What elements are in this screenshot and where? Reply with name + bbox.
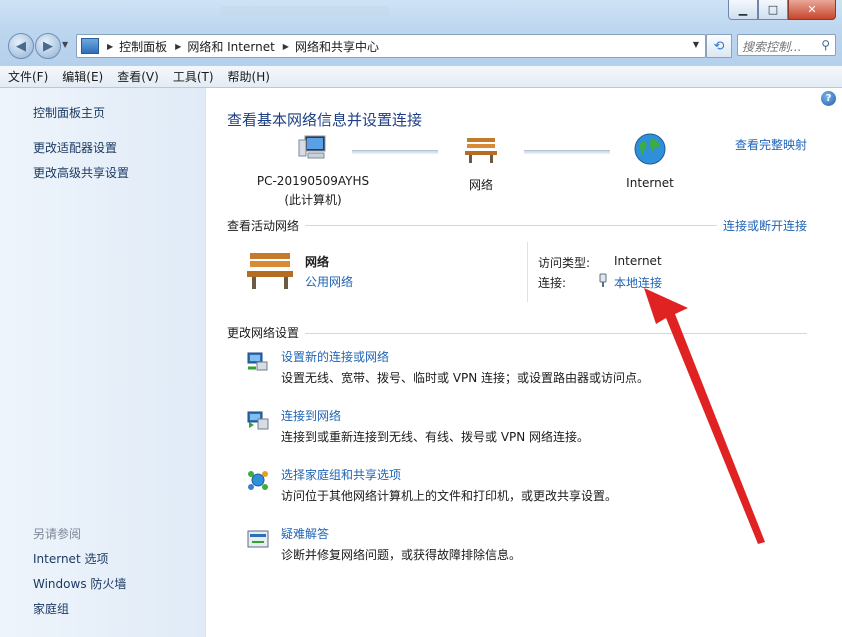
close-button[interactable]: ✕ bbox=[788, 0, 836, 20]
breadcrumb: ▶ 控制面板 ▶ 网络和 Internet ▶ 网络和共享中心 bbox=[99, 38, 379, 55]
menu-file[interactable]: 文件(F) bbox=[2, 68, 54, 85]
sidebar-item-homegroup[interactable]: 家庭组 bbox=[33, 600, 69, 617]
menu-tools[interactable]: 工具(T) bbox=[167, 68, 220, 85]
page-title: 查看基本网络信息并设置连接 bbox=[227, 111, 423, 129]
active-network-bench-icon bbox=[247, 253, 293, 289]
task-troubleshoot-desc: 诊断并修复网络问题，或获得故障排除信息。 bbox=[281, 548, 522, 562]
control-panel-icon bbox=[81, 38, 99, 54]
internet-label: Internet bbox=[626, 176, 674, 190]
task-connect-network-desc: 连接到或重新连接到无线、有线、拨号或 VPN 网络连接。 bbox=[281, 430, 590, 444]
task-setup-connection-title[interactable]: 设置新的连接或网络 bbox=[281, 348, 389, 365]
menu-help[interactable]: 帮助(H) bbox=[222, 68, 276, 85]
breadcrumb-separator-icon[interactable]: ▶ bbox=[175, 42, 181, 51]
refresh-icon: ⟲ bbox=[713, 38, 725, 54]
network-type-link[interactable]: 公用网络 bbox=[305, 273, 353, 290]
task-connect-network-title[interactable]: 连接到网络 bbox=[281, 407, 341, 424]
back-button[interactable]: ◀ bbox=[8, 33, 34, 59]
internet-globe-icon bbox=[634, 133, 666, 165]
menu-edit[interactable]: 编辑(E) bbox=[56, 68, 109, 85]
computer-subtitle: (此计算机) bbox=[284, 193, 342, 207]
full-map-link[interactable]: 查看完整映射 bbox=[735, 136, 807, 153]
map-computer-node[interactable]: PC-20190509AYHS (此计算机) bbox=[248, 132, 378, 208]
active-network-divider bbox=[527, 242, 528, 302]
map-connector-line bbox=[524, 150, 610, 154]
sidebar-item-adapter-settings[interactable]: 更改适配器设置 bbox=[33, 139, 117, 156]
access-type-value: Internet bbox=[614, 254, 662, 268]
homegroup-icon bbox=[248, 471, 268, 490]
forward-button[interactable]: ▶ bbox=[35, 33, 61, 59]
navigation-bar: ◀ ▶ ▼ ▶ 控制面板 ▶ 网络和 Internet ▶ 网络和共享中心 ▼ … bbox=[0, 30, 842, 62]
network-bench-icon bbox=[465, 138, 497, 163]
sidebar-item-internet-options[interactable]: Internet 选项 bbox=[33, 550, 108, 567]
annotation-arrow bbox=[644, 288, 765, 544]
computer-icon bbox=[298, 135, 326, 159]
sidebar-item-windows-firewall[interactable]: Windows 防火墙 bbox=[33, 575, 126, 592]
sidebar-item-control-panel-home[interactable]: 控制面板主页 bbox=[33, 104, 105, 121]
network-label: 网络 bbox=[468, 178, 493, 192]
connect-network-icon bbox=[247, 411, 269, 430]
window-title-blurred bbox=[220, 6, 390, 16]
section-divider bbox=[305, 225, 717, 226]
access-type-label: 访问类型: bbox=[538, 256, 591, 270]
connect-disconnect-link[interactable]: 连接或断开连接 bbox=[723, 217, 807, 234]
ethernet-connection-icon bbox=[599, 273, 607, 287]
window-controls: ▁ □ ✕ bbox=[728, 0, 836, 20]
breadcrumb-network-internet[interactable]: 网络和 Internet bbox=[187, 38, 274, 55]
task-homegroup-sharing-title[interactable]: 选择家庭组和共享选项 bbox=[281, 466, 401, 483]
search-input[interactable]: 搜索控制... ⚲ bbox=[737, 34, 836, 56]
active-network-name: 网络 bbox=[305, 255, 330, 269]
address-dropdown-icon[interactable]: ▼ bbox=[693, 40, 699, 49]
map-network-node[interactable]: 网络 bbox=[453, 134, 509, 193]
back-arrow-icon: ◀ bbox=[16, 38, 26, 54]
task-troubleshoot-title[interactable]: 疑难解答 bbox=[281, 525, 329, 542]
maximize-button[interactable]: □ bbox=[758, 0, 788, 20]
menu-bar: 文件(F) 编辑(E) 查看(V) 工具(T) 帮助(H) bbox=[0, 66, 842, 88]
help-icon: ? bbox=[825, 93, 832, 104]
menu-view[interactable]: 查看(V) bbox=[111, 68, 165, 85]
search-placeholder: 搜索控制... bbox=[742, 40, 802, 54]
see-also-title: 另请参阅 bbox=[33, 527, 82, 541]
computer-name: PC-20190509AYHS bbox=[256, 174, 370, 188]
new-connection-icon bbox=[247, 352, 268, 371]
help-button[interactable]: ? bbox=[821, 91, 836, 106]
breadcrumb-control-panel[interactable]: 控制面板 bbox=[119, 38, 167, 55]
breadcrumb-separator-icon[interactable]: ▶ bbox=[107, 42, 113, 51]
sidebar-item-advanced-sharing[interactable]: 更改高级共享设置 bbox=[33, 164, 129, 181]
sidebar: 控制面板主页 更改适配器设置 更改高级共享设置 另请参阅 Internet 选项… bbox=[0, 88, 206, 637]
refresh-button[interactable]: ⟲ bbox=[706, 34, 732, 58]
map-connector-line bbox=[352, 150, 438, 154]
minimize-button[interactable]: ▁ bbox=[728, 0, 758, 20]
address-bar[interactable]: ▶ 控制面板 ▶ 网络和 Internet ▶ 网络和共享中心 ▼ bbox=[76, 34, 706, 58]
map-internet-node[interactable]: Internet bbox=[620, 132, 680, 190]
title-bar[interactable]: ▁ □ ✕ bbox=[0, 0, 842, 28]
breadcrumb-network-sharing-center[interactable]: 网络和共享中心 bbox=[295, 38, 379, 55]
task-homegroup-sharing-desc: 访问位于其他网络计算机上的文件和打印机，或更改共享设置。 bbox=[281, 489, 618, 503]
troubleshoot-icon bbox=[247, 530, 269, 548]
search-icon[interactable]: ⚲ bbox=[821, 38, 830, 52]
forward-arrow-icon: ▶ bbox=[43, 38, 53, 54]
breadcrumb-separator-icon[interactable]: ▶ bbox=[283, 42, 289, 51]
network-sharing-center-window: ▁ □ ✕ ◀ ▶ ▼ ▶ 控制面板 ▶ 网络和 Internet ▶ 网络和共… bbox=[0, 0, 842, 637]
active-networks-label: 查看活动网络 bbox=[227, 219, 300, 233]
connection-label: 连接: bbox=[538, 276, 567, 290]
recent-pages-dropdown[interactable]: ▼ bbox=[62, 40, 68, 49]
task-setup-connection-desc: 设置无线、宽带、拨号、临时或 VPN 连接；或设置路由器或访问点。 bbox=[281, 371, 650, 385]
change-settings-label: 更改网络设置 bbox=[227, 326, 300, 340]
